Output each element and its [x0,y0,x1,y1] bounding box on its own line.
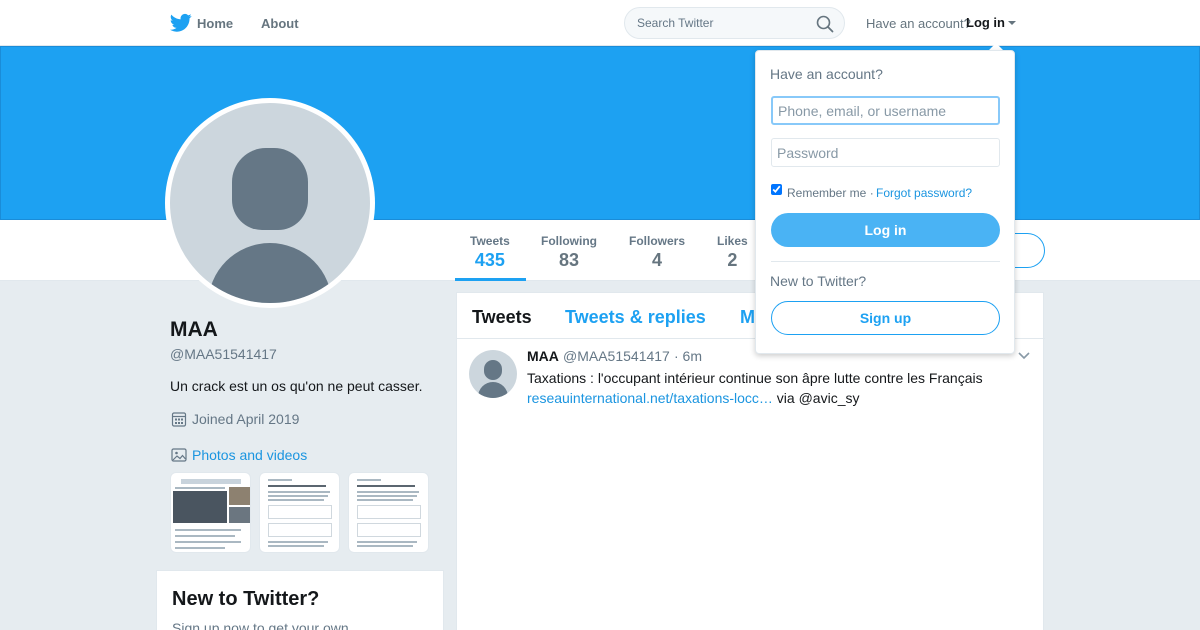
remember-me-checkbox[interactable] [771,184,782,195]
new-to-twitter-subtitle: Sign up now to get your own [172,620,349,630]
stat-value: 4 [652,250,663,270]
profile-handle[interactable]: @MAA51541417 [170,346,277,362]
tweet-body: Taxations : l'occupant intérieur continu… [527,370,983,386]
profile-avatar[interactable] [165,98,375,308]
new-to-twitter-title: New to Twitter? [172,588,320,610]
stat-label: Tweets [470,234,510,248]
chevron-down-icon[interactable] [1017,351,1031,361]
new-to-twitter-text: New to Twitter? [770,273,867,289]
top-navigation-bar: Home About Search Twitter Have an accoun… [0,0,1200,46]
tab-tweets[interactable]: Tweets [472,307,532,328]
username-field[interactable] [771,96,1000,125]
dropdown-title: Have an account? [770,66,883,82]
tweet-timestamp[interactable]: · 6m [674,348,702,364]
tweet-author-handle[interactable]: @MAA51541417 [563,348,670,364]
tweet-text: Taxations : l'occupant intérieur continu… [527,368,1027,408]
stat-value: 2 [727,250,738,270]
stat-value: 83 [558,250,580,270]
twitter-bird-icon[interactable] [170,13,192,33]
login-menu-link[interactable]: Log in [966,15,1005,30]
stat-followers[interactable]: Followers 4 [629,234,685,271]
photos-and-videos-link[interactable]: Photos and videos [192,447,307,463]
have-account-text: Have an account? [866,16,971,31]
remember-me-label[interactable]: Remember me · [787,186,874,200]
stat-label: Following [541,234,597,248]
tweet-avatar[interactable] [469,350,517,398]
stat-following[interactable]: Following 83 [541,234,597,271]
tab-media[interactable]: M [740,307,755,328]
media-thumbnail[interactable] [170,472,251,553]
stat-label: Likes [717,234,748,248]
profile-bio: Un crack est un os qu'on ne peut casser. [170,378,423,394]
stat-label: Followers [629,234,686,248]
nav-about-link[interactable]: About [261,16,299,31]
active-stat-underline [455,278,526,281]
nav-home-link[interactable]: Home [197,16,233,31]
search-input[interactable]: Search Twitter [637,16,713,30]
stat-value: 435 [474,250,505,270]
caret-down-icon[interactable] [1008,21,1016,25]
image-icon [171,448,187,462]
joined-date: Joined April 2019 [192,411,300,427]
divider [771,261,1000,262]
password-field[interactable] [771,138,1000,167]
media-thumbnail[interactable] [348,472,429,553]
tweet-via: via @avic_sy [772,390,860,406]
login-dropdown: Have an account? Remember me · Forgot pa… [755,50,1015,354]
media-thumbnail[interactable] [259,472,340,553]
default-avatar-icon [170,103,370,303]
profile-name[interactable]: MAA [170,318,218,342]
search-icon[interactable] [816,15,834,33]
tweet-link[interactable]: reseauinternational.net/taxations-locc… [527,390,773,406]
tab-tweets-and-replies[interactable]: Tweets & replies [565,307,706,328]
search-box[interactable]: Search Twitter [624,7,845,39]
login-button[interactable]: Log in [771,213,1000,247]
forgot-password-link[interactable]: Forgot password? [876,186,972,200]
stat-likes[interactable]: Likes 2 [717,234,748,271]
signup-button[interactable]: Sign up [771,301,1000,335]
calendar-icon [171,412,187,427]
stat-tweets[interactable]: Tweets 435 [470,234,510,271]
new-to-twitter-box: New to Twitter? Sign up now to get your … [156,570,444,630]
tweet-author-name[interactable]: MAA [527,348,559,364]
